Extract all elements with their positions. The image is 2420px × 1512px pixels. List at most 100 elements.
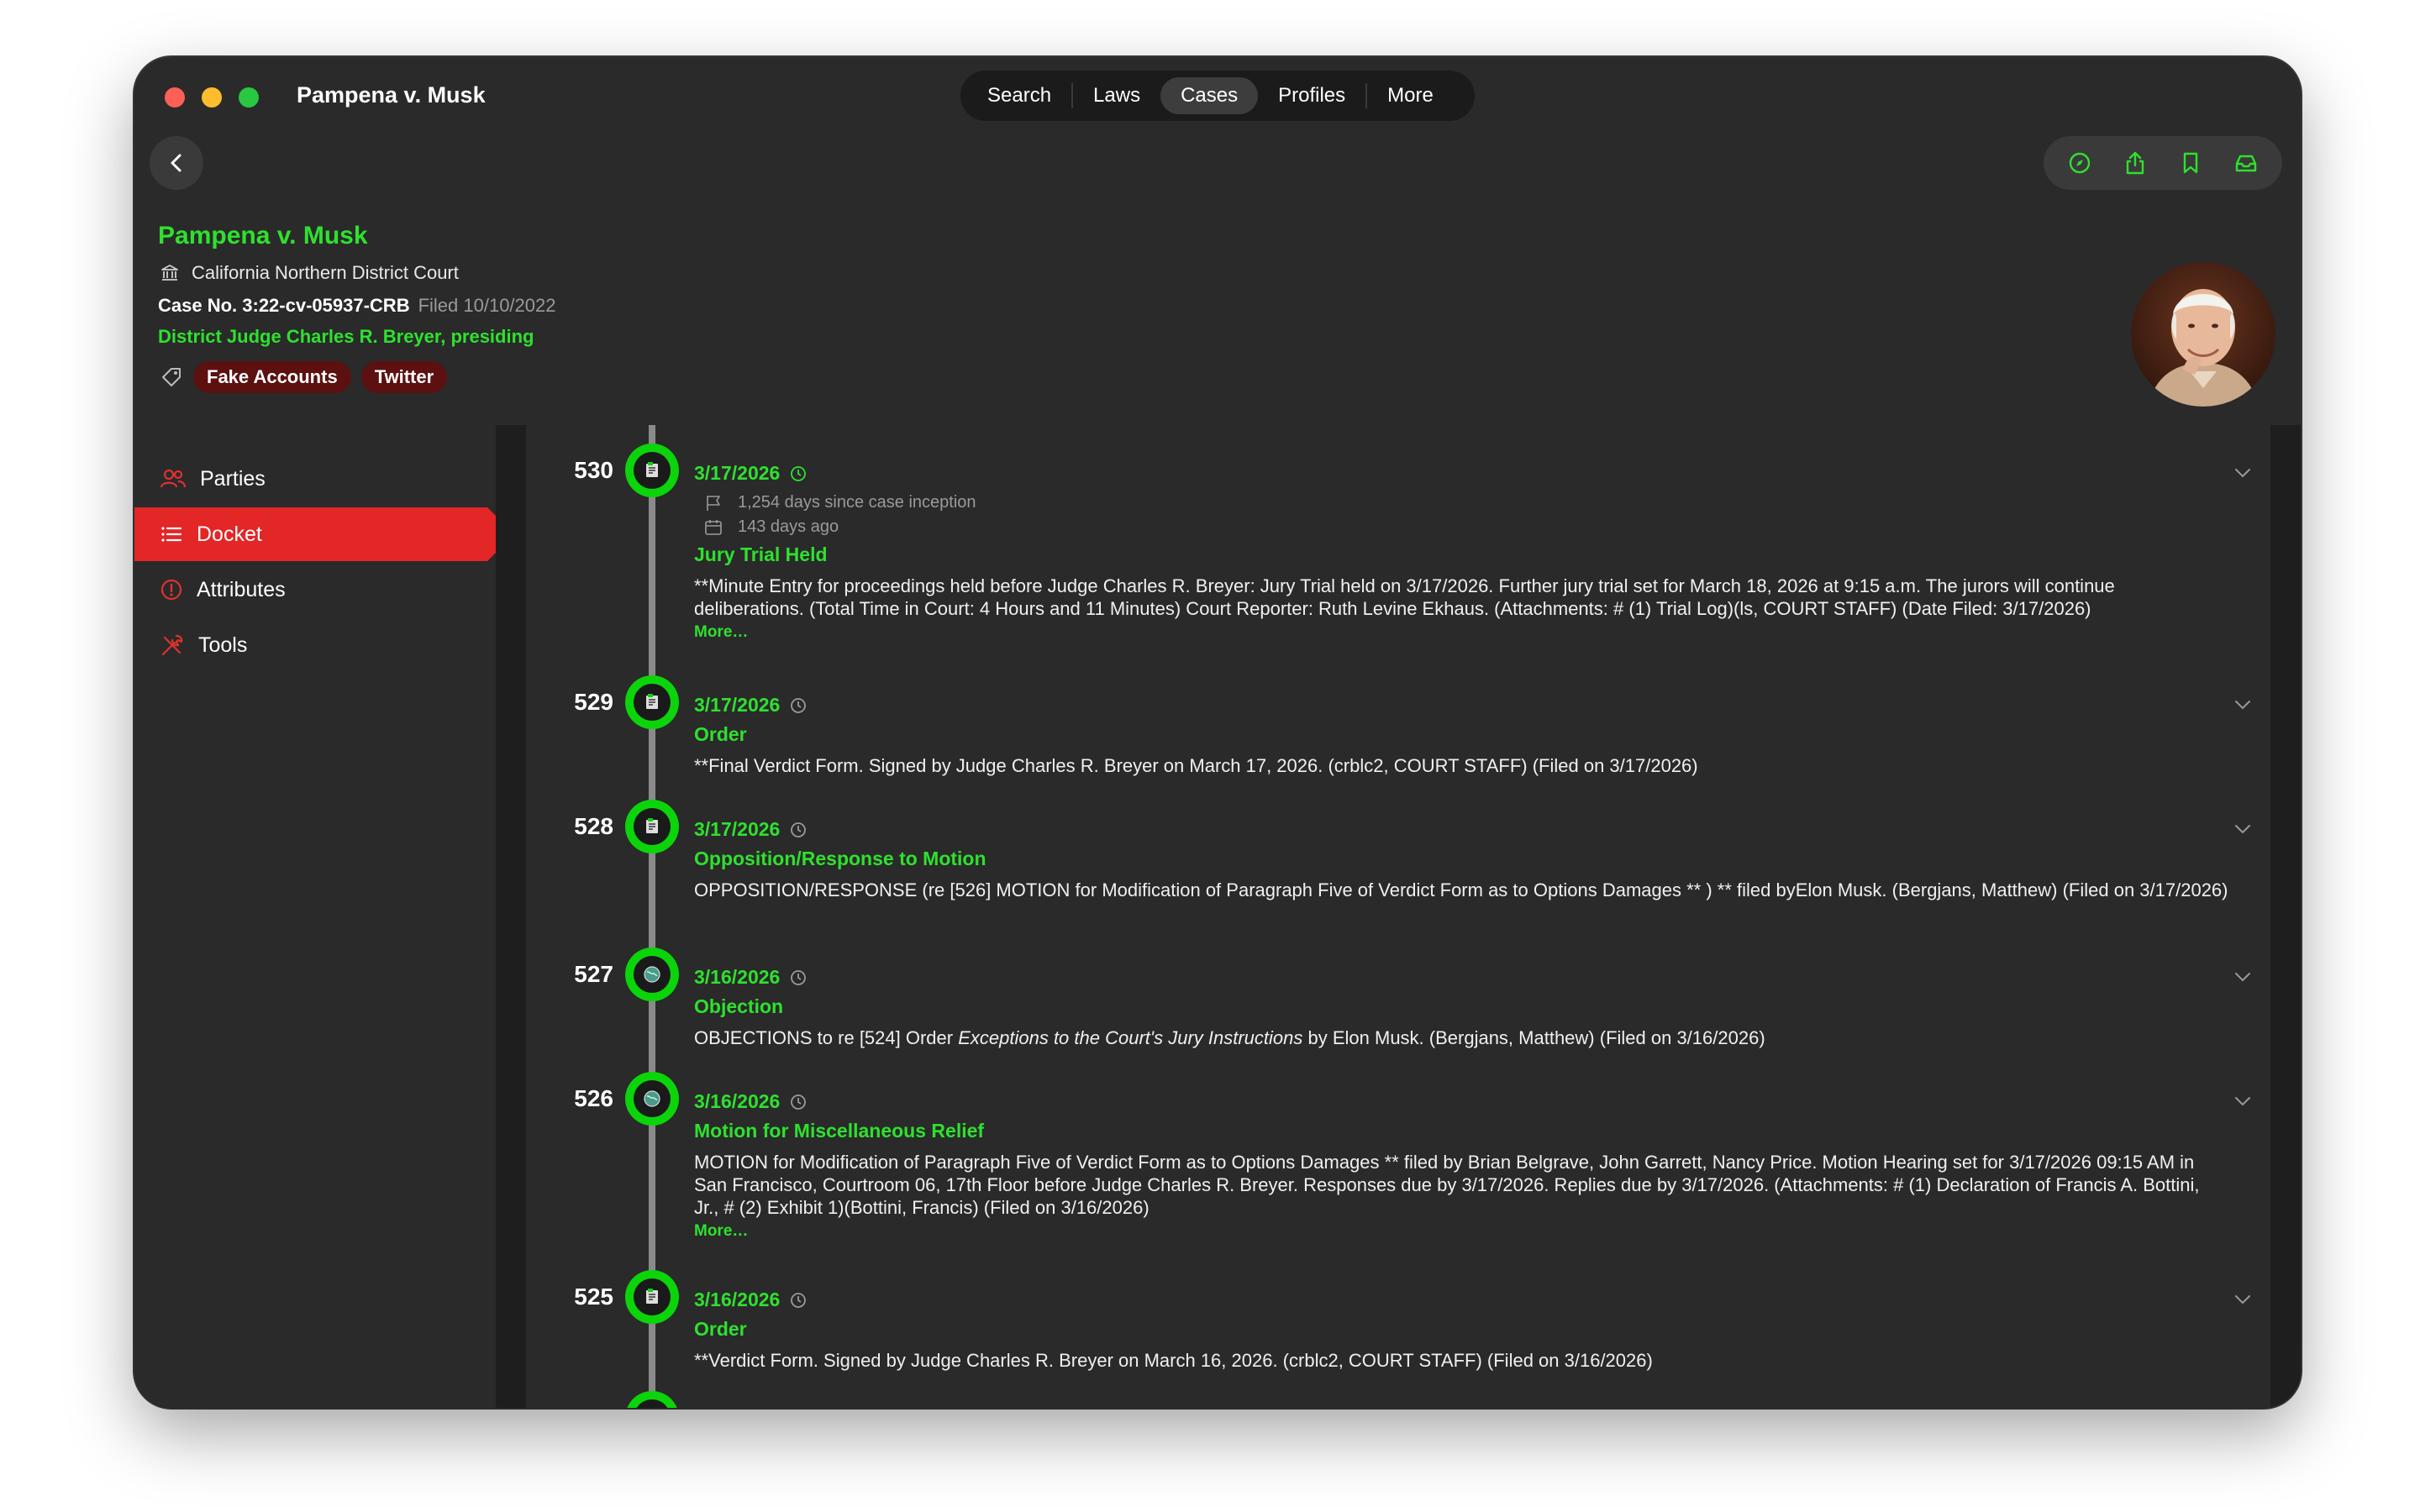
tag-fake-accounts[interactable]: Fake Accounts <box>193 361 351 393</box>
chevron-down-icon <box>2235 1097 2250 1106</box>
sidebar-item-parties[interactable]: Parties <box>134 452 496 506</box>
clock-icon <box>791 1094 807 1110</box>
entry-number: 526 <box>574 1085 613 1111</box>
tab-cases[interactable]: Cases <box>1160 77 1259 114</box>
clock-icon <box>791 697 807 713</box>
sidebar-item-tools[interactable]: Tools <box>134 618 496 672</box>
entry-type: Jury Trial Held <box>694 543 828 565</box>
expand-button[interactable] <box>2233 1294 2252 1310</box>
clock-icon <box>791 969 807 985</box>
tag-twitter[interactable]: Twitter <box>360 361 448 393</box>
judge-avatar[interactable] <box>2131 262 2275 407</box>
document-icon <box>646 1289 658 1304</box>
entry-description: **Minute Entry for proceedings held befo… <box>694 575 2115 619</box>
compass-button[interactable] <box>2063 146 2096 180</box>
tag-icon <box>162 368 181 386</box>
entry-node <box>625 1072 679 1126</box>
entry-node <box>625 675 679 729</box>
zoom-window-button[interactable] <box>239 87 259 108</box>
expand-button[interactable] <box>2233 699 2252 715</box>
chevron-down-icon <box>2235 469 2250 478</box>
sidebar-item-label: Attributes <box>197 577 286 601</box>
globe-icon <box>644 1090 660 1107</box>
tray-icon <box>2235 155 2257 172</box>
sidebar-item-label: Tools <box>198 633 248 657</box>
people-icon <box>160 469 187 488</box>
case-number-line: Case No. 3:22-cv-05937-CRB Filed 10/10/20… <box>158 295 555 317</box>
chevron-left-icon <box>171 154 182 172</box>
entry-number: 530 <box>574 457 613 483</box>
court-line: California Northern District Court <box>160 262 459 284</box>
days-since-inception: 1,254 days since case inception <box>738 493 976 512</box>
entry-number: 527 <box>574 961 613 987</box>
sidebar: Parties Docket Attributes Tools <box>134 452 514 674</box>
sidebar-item-attributes[interactable]: Attributes <box>134 563 496 617</box>
inbox-button[interactable] <box>2229 146 2263 180</box>
case-number: Case No. 3:22-cv-05937-CRB <box>158 295 410 316</box>
tab-more[interactable]: More <box>1367 77 1454 114</box>
judge-portrait <box>2131 262 2275 407</box>
flag-icon <box>707 495 720 511</box>
more-link[interactable]: More… <box>694 1222 2228 1241</box>
sidebar-item-docket[interactable]: Docket <box>134 507 514 561</box>
app-window: Pampena v. Musk Search Laws Cases Profil… <box>134 57 2301 1408</box>
document-icon <box>646 694 658 709</box>
docket-timeline[interactable]: 530 3/17/2026 1,254 days since case ince… <box>526 425 2270 1408</box>
tab-profiles[interactable]: Profiles <box>1258 77 1365 114</box>
chevron-down-icon <box>2235 701 2250 710</box>
chevron-down-icon <box>2235 825 2250 834</box>
expand-button[interactable] <box>2233 1095 2252 1111</box>
courthouse-icon <box>161 265 178 281</box>
bookmark-button[interactable] <box>2174 146 2207 180</box>
timeline-line <box>649 425 655 1408</box>
tab-search[interactable]: Search <box>967 77 1071 114</box>
entry-date: 3/17/2026 <box>694 818 781 840</box>
minimize-window-button[interactable] <box>202 87 222 108</box>
entry-date: 3/17/2026 <box>694 694 781 716</box>
window-controls <box>165 87 259 108</box>
tab-laws[interactable]: Laws <box>1073 77 1160 114</box>
expand-button[interactable] <box>2233 467 2252 483</box>
more-link[interactable]: More… <box>694 623 2228 642</box>
expand-button[interactable] <box>2233 823 2252 839</box>
chevron-down-icon <box>2235 973 2250 982</box>
calendar-icon <box>705 519 722 535</box>
entry-type: Objection <box>694 995 784 1017</box>
case-title: Pampena v. Musk <box>158 222 368 249</box>
entry-type: Motion for Miscellaneous Relief <box>694 1120 985 1142</box>
window-title: Pampena v. Musk <box>297 82 486 108</box>
entry-date: 3/16/2026 <box>694 1090 781 1112</box>
document-icon <box>646 462 658 477</box>
entry-date: 3/16/2026 <box>694 1289 781 1310</box>
share-button[interactable] <box>2118 146 2152 180</box>
entry-number: 528 <box>574 813 613 839</box>
court-name: California Northern District Court <box>192 262 459 283</box>
entry-type: Opposition/Response to Motion <box>694 848 986 869</box>
entry-node <box>625 1270 679 1324</box>
compass-icon <box>2069 152 2091 174</box>
entry-number: 525 <box>574 1284 613 1310</box>
close-window-button[interactable] <box>165 87 185 108</box>
globe-icon <box>644 966 660 983</box>
toolbar-actions <box>2044 136 2282 190</box>
sidebar-item-label: Docket <box>197 522 262 546</box>
back-button[interactable] <box>150 136 203 190</box>
clock-icon <box>791 465 807 481</box>
entry-type: Order <box>694 723 747 745</box>
entry-date: 3/16/2026 <box>694 966 781 988</box>
filed-date: Filed 10/10/2022 <box>418 295 556 316</box>
entry-node <box>625 948 679 1001</box>
entry-description: MOTION for Modification of Paragraph Fiv… <box>694 1152 2200 1218</box>
entry-node <box>625 1391 679 1408</box>
case-tags: Fake Accounts Twitter <box>160 361 448 393</box>
entry-number: 529 <box>574 689 613 715</box>
chevron-down-icon <box>2235 1295 2250 1305</box>
entry-description: OBJECTIONS to re [524] Order Exceptions … <box>694 1027 1765 1048</box>
presiding-judge[interactable]: District Judge Charles R. Breyer, presid… <box>158 326 534 348</box>
scroll-track[interactable] <box>2270 425 2301 1408</box>
entry-description: **Verdict Form. Signed by Judge Charles … <box>694 1350 1653 1371</box>
expand-button[interactable] <box>2233 971 2252 987</box>
info-icon <box>160 579 182 601</box>
entry-node <box>625 444 679 497</box>
sidebar-item-label: Parties <box>200 466 266 491</box>
